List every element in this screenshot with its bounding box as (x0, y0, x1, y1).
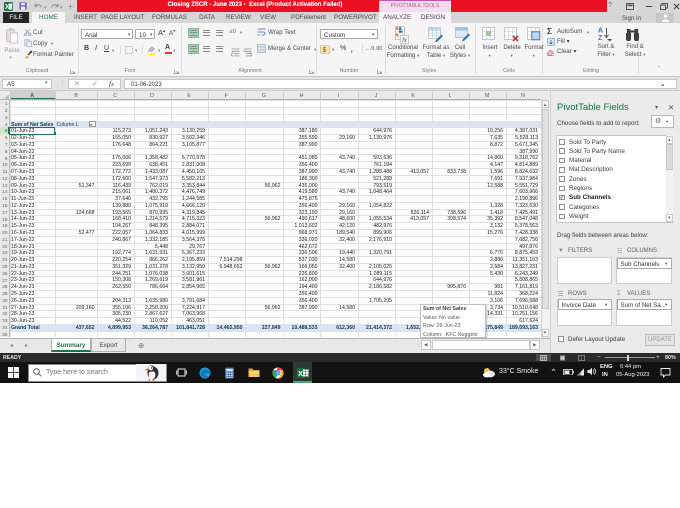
svg-text:A: A (598, 28, 603, 35)
svg-text:X: X (298, 369, 303, 378)
svg-text:Z: Z (598, 35, 603, 42)
svg-text:X: X (5, 4, 10, 11)
svg-text:$: $ (323, 47, 327, 54)
